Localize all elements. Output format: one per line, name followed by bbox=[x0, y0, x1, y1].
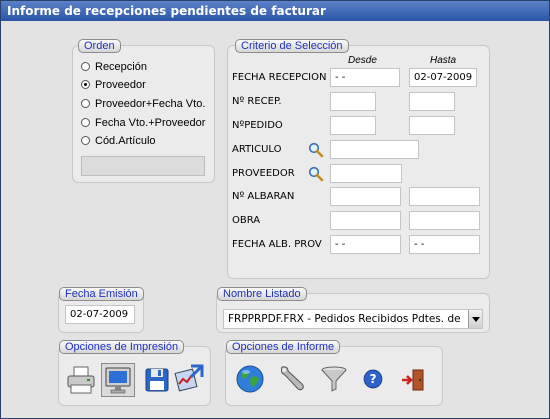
opciones-impresion-group: Opciones de Impresión bbox=[58, 340, 211, 406]
monitor-button[interactable] bbox=[101, 363, 135, 397]
radio-proveedor[interactable]: Proveedor bbox=[81, 78, 146, 92]
search-articulo-icon[interactable] bbox=[308, 142, 324, 158]
fecha-emision-input[interactable]: 02-07-2009 bbox=[65, 305, 135, 324]
globe-icon[interactable] bbox=[234, 363, 266, 395]
obra-hasta-input[interactable] bbox=[409, 211, 480, 230]
fecha-emision-group: Fecha Emisión 02-07-2009 bbox=[58, 287, 144, 333]
radio-label: Proveedor bbox=[95, 79, 146, 91]
articulo-input[interactable] bbox=[330, 140, 419, 159]
report-window: Informe de recepciones pendientes de fac… bbox=[0, 0, 550, 419]
radio-selected-icon bbox=[81, 80, 90, 89]
search-proveedor-icon[interactable] bbox=[308, 166, 324, 182]
fecha-recepcion-label: FECHA RECEPCION bbox=[232, 72, 327, 83]
svg-text:?: ? bbox=[369, 372, 376, 386]
radio-label: Proveedor+Fecha Vto. bbox=[95, 98, 206, 110]
radio-circle-icon bbox=[81, 118, 90, 127]
exit-door-icon[interactable] bbox=[398, 364, 430, 396]
hasta-header: Hasta bbox=[430, 55, 457, 66]
radio-fecha-vto-proveedor[interactable]: Fecha Vto.+Proveedor bbox=[81, 116, 205, 130]
printer-icon[interactable] bbox=[65, 364, 97, 396]
floppy-disk-icon[interactable] bbox=[141, 364, 173, 396]
opciones-informe-title: Opciones de Informe bbox=[226, 340, 341, 354]
n-recep-hasta-input[interactable] bbox=[409, 92, 455, 111]
window-client-area: Orden Recepción Proveedor Proveedor+Fech… bbox=[1, 21, 549, 418]
fecha-emision-title: Fecha Emisión bbox=[59, 287, 144, 301]
n-pedido-label: NºPEDIDO bbox=[232, 120, 283, 131]
export-icon[interactable] bbox=[173, 362, 205, 394]
n-recep-desde-input[interactable] bbox=[330, 92, 376, 111]
n-albaran-hasta-input[interactable] bbox=[409, 187, 480, 206]
nombre-listado-select[interactable]: FRPPRPDF.FRX - Pedidos Recibidos Pdtes. … bbox=[223, 309, 483, 329]
radio-label: Fecha Vto.+Proveedor bbox=[95, 117, 206, 129]
nombre-listado-value: FRPPRPDF.FRX - Pedidos Recibidos Pdtes. … bbox=[228, 313, 461, 325]
filter-funnel-icon[interactable] bbox=[318, 363, 350, 395]
obra-label: OBRA bbox=[232, 215, 261, 226]
fecha-alb-prov-desde-input[interactable]: - - bbox=[330, 235, 401, 254]
cod-articulo-field-disabled bbox=[81, 156, 205, 176]
articulo-label: ARTICULO bbox=[232, 144, 282, 155]
fecha-alb-prov-label: FECHA ALB. PROV bbox=[232, 239, 322, 250]
orden-group: Orden Recepción Proveedor Proveedor+Fech… bbox=[72, 39, 215, 183]
nombre-listado-title: Nombre Listado bbox=[217, 287, 307, 301]
wrench-icon[interactable] bbox=[276, 363, 308, 395]
proveedor-label: PROVEEDOR bbox=[232, 168, 295, 179]
criterio-seleccion-group: Criterio de Selección Desde Hasta FECHA … bbox=[227, 39, 490, 279]
radio-circle-icon bbox=[81, 62, 90, 71]
criterio-group-title: Criterio de Selección bbox=[235, 39, 349, 53]
fecha-alb-prov-hasta-input[interactable]: - - bbox=[409, 235, 480, 254]
radio-recepcion[interactable]: Recepción bbox=[81, 60, 147, 74]
chevron-down-icon[interactable] bbox=[468, 310, 482, 328]
orden-group-title: Orden bbox=[78, 39, 121, 53]
fecha-recepcion-hasta-input[interactable]: 02-07-2009 bbox=[409, 68, 477, 87]
monitor-icon bbox=[105, 367, 131, 394]
nombre-listado-group: Nombre Listado FRPPRPDF.FRX - Pedidos Re… bbox=[216, 287, 490, 333]
opciones-impresion-title: Opciones de Impresión bbox=[59, 340, 185, 354]
proveedor-input[interactable] bbox=[330, 164, 402, 183]
window-title: Informe de recepciones pendientes de fac… bbox=[1, 1, 549, 21]
n-pedido-hasta-input[interactable] bbox=[409, 116, 455, 135]
desde-header: Desde bbox=[348, 55, 377, 66]
radio-label: Recepción bbox=[95, 61, 147, 73]
opciones-informe-group: Opciones de Informe ? bbox=[225, 340, 443, 406]
radio-circle-icon bbox=[81, 99, 90, 108]
fecha-recepcion-desde-input[interactable]: - - bbox=[330, 68, 400, 87]
radio-proveedor-fecha-vto[interactable]: Proveedor+Fecha Vto. bbox=[81, 97, 205, 111]
n-albaran-label: Nº ALBARAN bbox=[232, 191, 295, 202]
help-icon[interactable]: ? bbox=[360, 366, 386, 392]
n-albaran-desde-input[interactable] bbox=[330, 187, 401, 206]
radio-circle-icon bbox=[81, 136, 90, 145]
radio-label: Cód.Artículo bbox=[95, 135, 156, 147]
radio-cod-articulo[interactable]: Cód.Artículo bbox=[81, 134, 156, 148]
n-pedido-desde-input[interactable] bbox=[330, 116, 376, 135]
n-recep-label: Nº RECEP. bbox=[232, 96, 282, 107]
obra-desde-input[interactable] bbox=[330, 211, 401, 230]
